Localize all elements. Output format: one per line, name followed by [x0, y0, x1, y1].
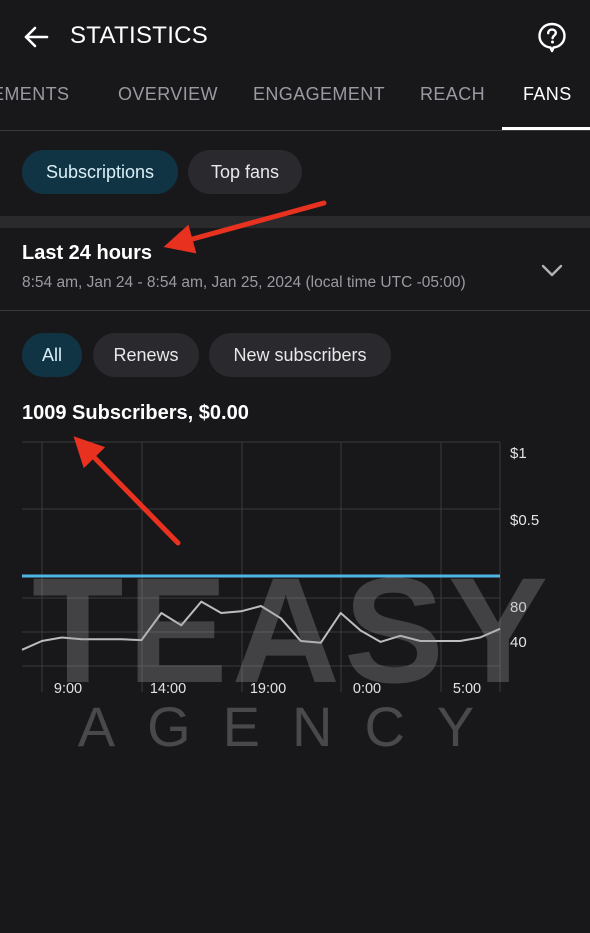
x-tick-label: 9:00: [54, 681, 82, 697]
subscribers-summary: 1009 Subscribers, $0.00: [22, 402, 249, 424]
question-bubble-icon: [538, 22, 566, 53]
y-tick-label-revenue: $1: [510, 445, 527, 462]
arrow-left-icon: [24, 26, 49, 48]
tab-overview[interactable]: OVERVIEW: [118, 84, 218, 105]
filter-all[interactable]: All: [22, 333, 82, 377]
filter-new-subscribers[interactable]: New subscribers: [209, 333, 391, 377]
tab-reach[interactable]: REACH: [420, 84, 485, 105]
help-button[interactable]: [535, 20, 569, 54]
period-title[interactable]: Last 24 hours: [22, 242, 152, 265]
x-tick-label: 14:00: [150, 681, 186, 697]
y-tick-label-subscribers: 40: [510, 634, 527, 651]
tab-engagement[interactable]: ENGAGEMENT: [253, 84, 385, 105]
y-tick-label-subscribers: 80: [510, 599, 527, 616]
x-tick-label: 5:00: [453, 681, 481, 697]
divider: [0, 310, 590, 311]
y-tick-label-revenue: $0.5: [510, 512, 539, 529]
subscribers-series-line: [21, 600, 501, 651]
tab-achievements[interactable]: EMENTS: [0, 84, 69, 105]
chevron-down-icon: [541, 264, 563, 277]
section-divider: [0, 216, 590, 228]
filter-renews[interactable]: Renews: [93, 333, 199, 377]
back-button[interactable]: [20, 20, 54, 54]
period-expand-button[interactable]: [538, 256, 566, 284]
active-tab-indicator: [502, 127, 590, 130]
segment-subscriptions[interactable]: Subscriptions: [22, 150, 178, 194]
subscriptions-chart: 9:00 14:00 19:00 0:00 5:00 $1 $0.5 80 40: [21, 441, 539, 697]
period-range: 8:54 am, Jan 24 - 8:54 am, Jan 25, 2024 …: [22, 274, 466, 291]
tab-bar: EMENTS OVERVIEW ENGAGEMENT REACH FANS: [0, 72, 590, 131]
x-tick-label: 0:00: [353, 681, 381, 697]
app-bar: STATISTICS: [0, 0, 590, 72]
x-tick-label: 19:00: [250, 681, 286, 697]
page-title: STATISTICS: [70, 22, 209, 49]
tab-fans[interactable]: FANS: [523, 84, 572, 105]
segment-top-fans[interactable]: Top fans: [188, 150, 302, 194]
